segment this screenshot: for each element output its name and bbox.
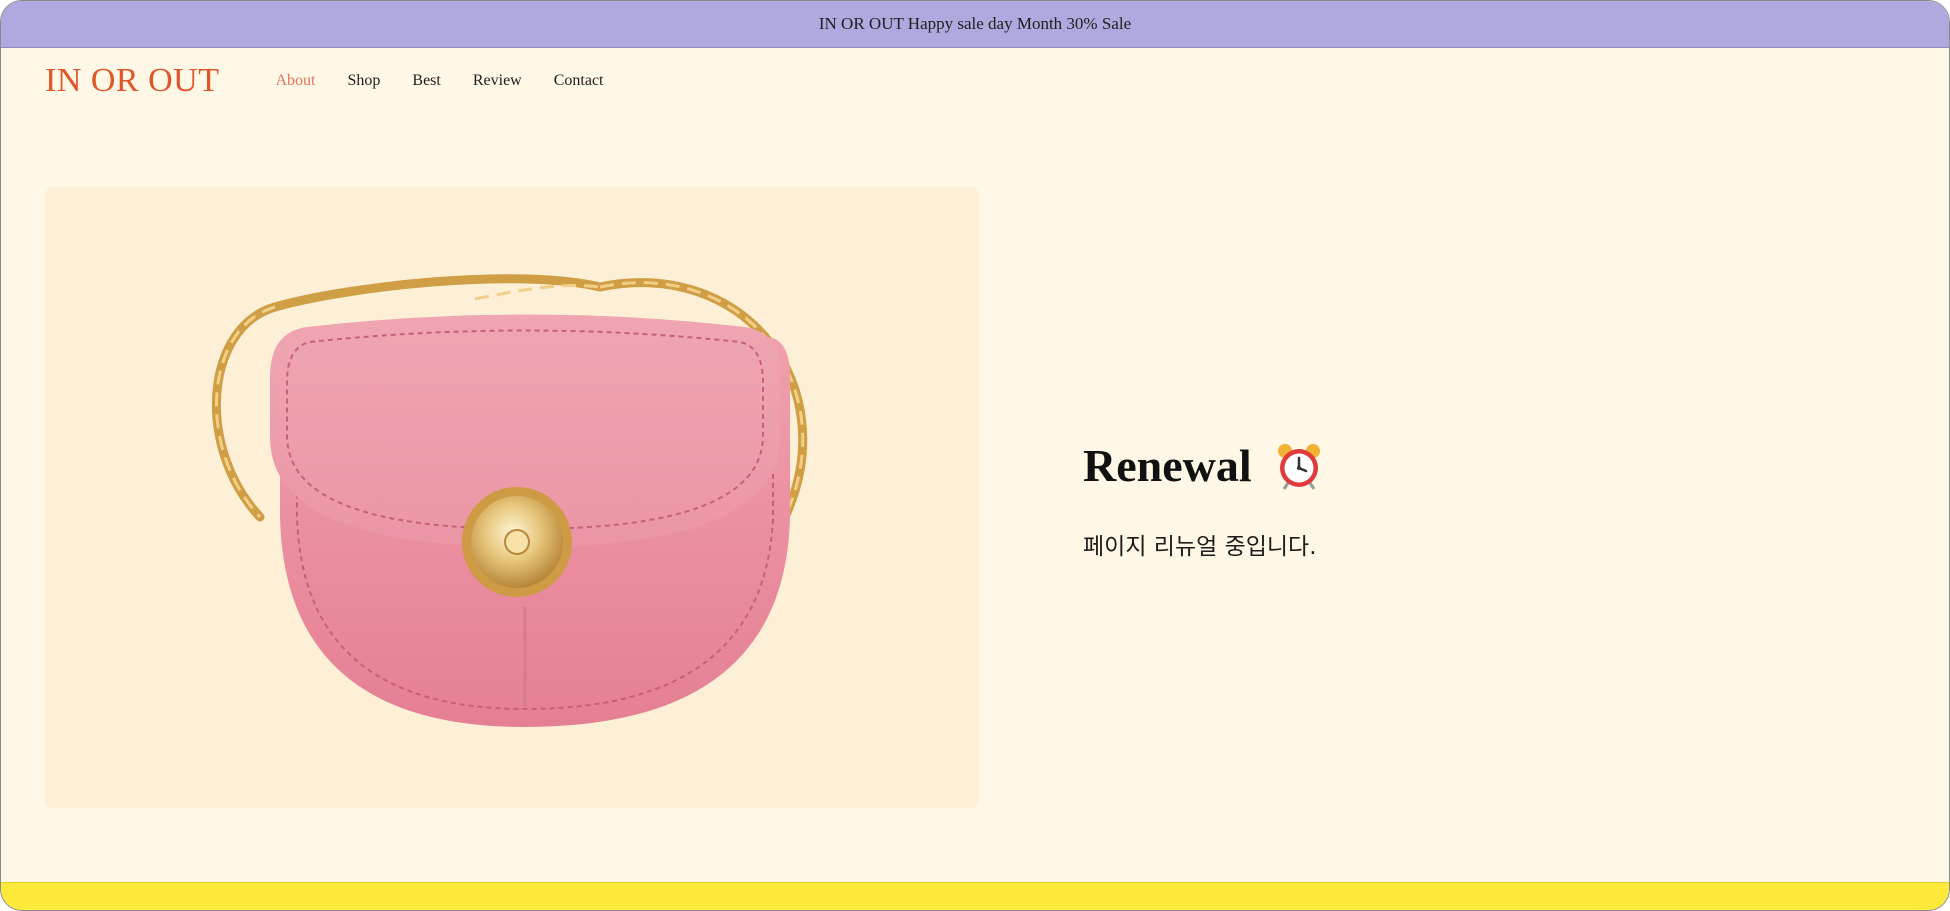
renewal-heading: Renewal <box>1083 439 1322 492</box>
renewal-subtitle: 페이지 리뉴얼 중입니다. <box>1083 534 1317 560</box>
site-header: IN OR OUT About Shop Best Review Contact <box>1 48 1949 114</box>
promo-banner[interactable]: IN OR OUT Happy sale day Month 30% Sale <box>1 1 1949 48</box>
nav-about[interactable]: About <box>275 72 315 90</box>
promo-text: IN OR OUT Happy sale day Month 30% Sale <box>818 14 1132 33</box>
nav-review[interactable]: Review <box>473 72 522 90</box>
alarm-clock-icon <box>1277 443 1320 490</box>
renewal-title: Renewal <box>1083 440 1252 491</box>
main-nav: About Shop Best Review Contact <box>275 72 603 90</box>
footer-bar <box>1 882 1949 910</box>
hero-product-image <box>45 187 979 808</box>
page-frame: IN OR OUT Happy sale day Month 30% Sale … <box>0 0 1950 911</box>
nav-shop[interactable]: Shop <box>347 72 380 90</box>
nav-best[interactable]: Best <box>412 72 440 90</box>
pink-handbag-image <box>212 274 808 727</box>
site-logo[interactable]: IN OR OUT <box>45 62 219 100</box>
nav-contact[interactable]: Contact <box>554 72 604 90</box>
